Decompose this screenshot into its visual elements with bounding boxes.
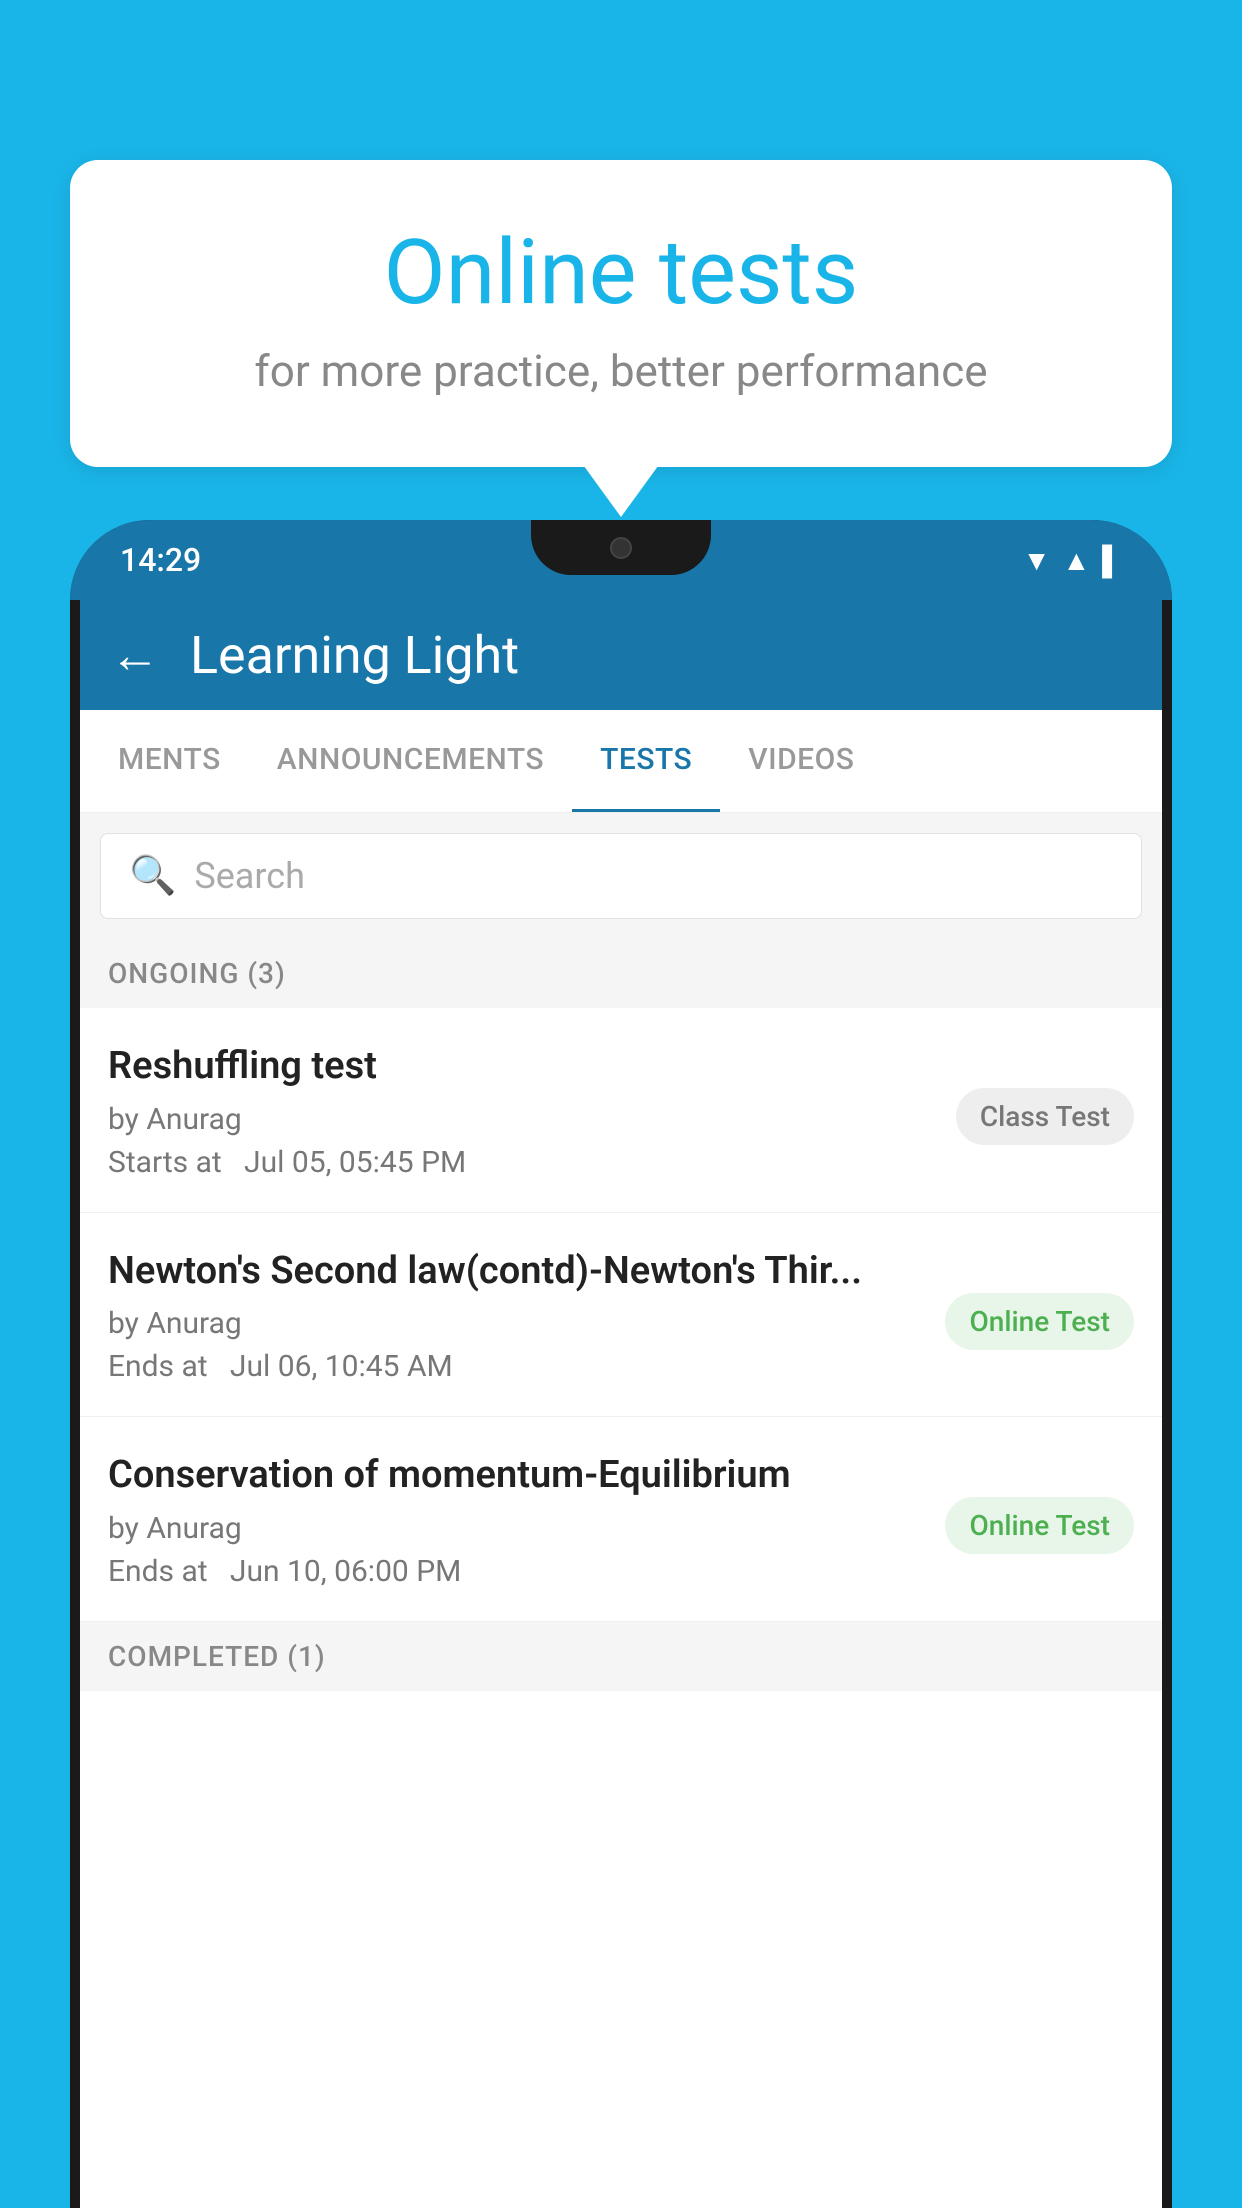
app-header: ← Learning Light xyxy=(80,600,1162,710)
tab-videos[interactable]: VIDEOS xyxy=(720,710,882,812)
search-placeholder: Search xyxy=(194,855,305,897)
test-name: Conservation of momentum-Equilibrium xyxy=(108,1453,925,1499)
tabs-bar: MENTS ANNOUNCEMENTS TESTS VIDEOS xyxy=(80,710,1162,813)
test-badge: Online Test xyxy=(945,1497,1134,1554)
phone-screen: ← Learning Light MENTS ANNOUNCEMENTS TES… xyxy=(80,600,1162,2208)
test-badge: Online Test xyxy=(945,1293,1134,1350)
test-list: Reshuffling test by Anurag Starts at Jul… xyxy=(80,1008,1162,1622)
test-author: by Anurag xyxy=(108,1102,936,1137)
test-author: by Anurag xyxy=(108,1306,925,1341)
tab-ments[interactable]: MENTS xyxy=(90,710,249,812)
test-name: Reshuffling test xyxy=(108,1044,936,1090)
test-name: Newton's Second law(contd)-Newton's Thir… xyxy=(108,1249,925,1295)
test-time: Starts at Jul 05, 05:45 PM xyxy=(108,1145,936,1180)
battery-icon: ▌ xyxy=(1102,544,1122,577)
phone-notch xyxy=(531,520,711,575)
test-item[interactable]: Newton's Second law(contd)-Newton's Thir… xyxy=(80,1213,1162,1418)
test-time: Ends at Jun 10, 06:00 PM xyxy=(108,1554,925,1589)
search-bar[interactable]: 🔍 Search xyxy=(100,833,1142,919)
search-container: 🔍 Search xyxy=(80,813,1162,939)
section-ongoing: ONGOING (3) xyxy=(80,939,1162,1008)
signal-icon: ▲ xyxy=(1062,544,1090,577)
tab-tests[interactable]: TESTS xyxy=(572,710,720,812)
test-time: Ends at Jul 06, 10:45 AM xyxy=(108,1349,925,1384)
test-info: Conservation of momentum-Equilibrium by … xyxy=(108,1453,945,1589)
test-info: Newton's Second law(contd)-Newton's Thir… xyxy=(108,1249,945,1385)
camera xyxy=(610,537,632,559)
status-bar: 14:29 ▼ ▲ ▌ xyxy=(70,520,1172,600)
back-button[interactable]: ← xyxy=(110,626,160,685)
app-title: Learning Light xyxy=(190,625,519,686)
status-icons: ▼ ▲ ▌ xyxy=(1023,544,1122,577)
test-badge: Class Test xyxy=(956,1088,1134,1145)
phone-frame: 14:29 ▼ ▲ ▌ ← Learning Light MENTS ANNOU… xyxy=(70,520,1172,2208)
bubble-subtitle: for more practice, better performance xyxy=(120,345,1122,397)
wifi-icon: ▼ xyxy=(1023,544,1051,577)
test-info: Reshuffling test by Anurag Starts at Jul… xyxy=(108,1044,956,1180)
search-icon: 🔍 xyxy=(129,854,176,898)
test-author: by Anurag xyxy=(108,1511,925,1546)
section-completed: COMPLETED (1) xyxy=(80,1622,1162,1691)
speech-bubble: Online tests for more practice, better p… xyxy=(70,160,1172,467)
tab-announcements[interactable]: ANNOUNCEMENTS xyxy=(249,710,572,812)
test-item[interactable]: Reshuffling test by Anurag Starts at Jul… xyxy=(80,1008,1162,1213)
test-item[interactable]: Conservation of momentum-Equilibrium by … xyxy=(80,1417,1162,1622)
status-time: 14:29 xyxy=(120,541,201,579)
bubble-title: Online tests xyxy=(120,220,1122,325)
